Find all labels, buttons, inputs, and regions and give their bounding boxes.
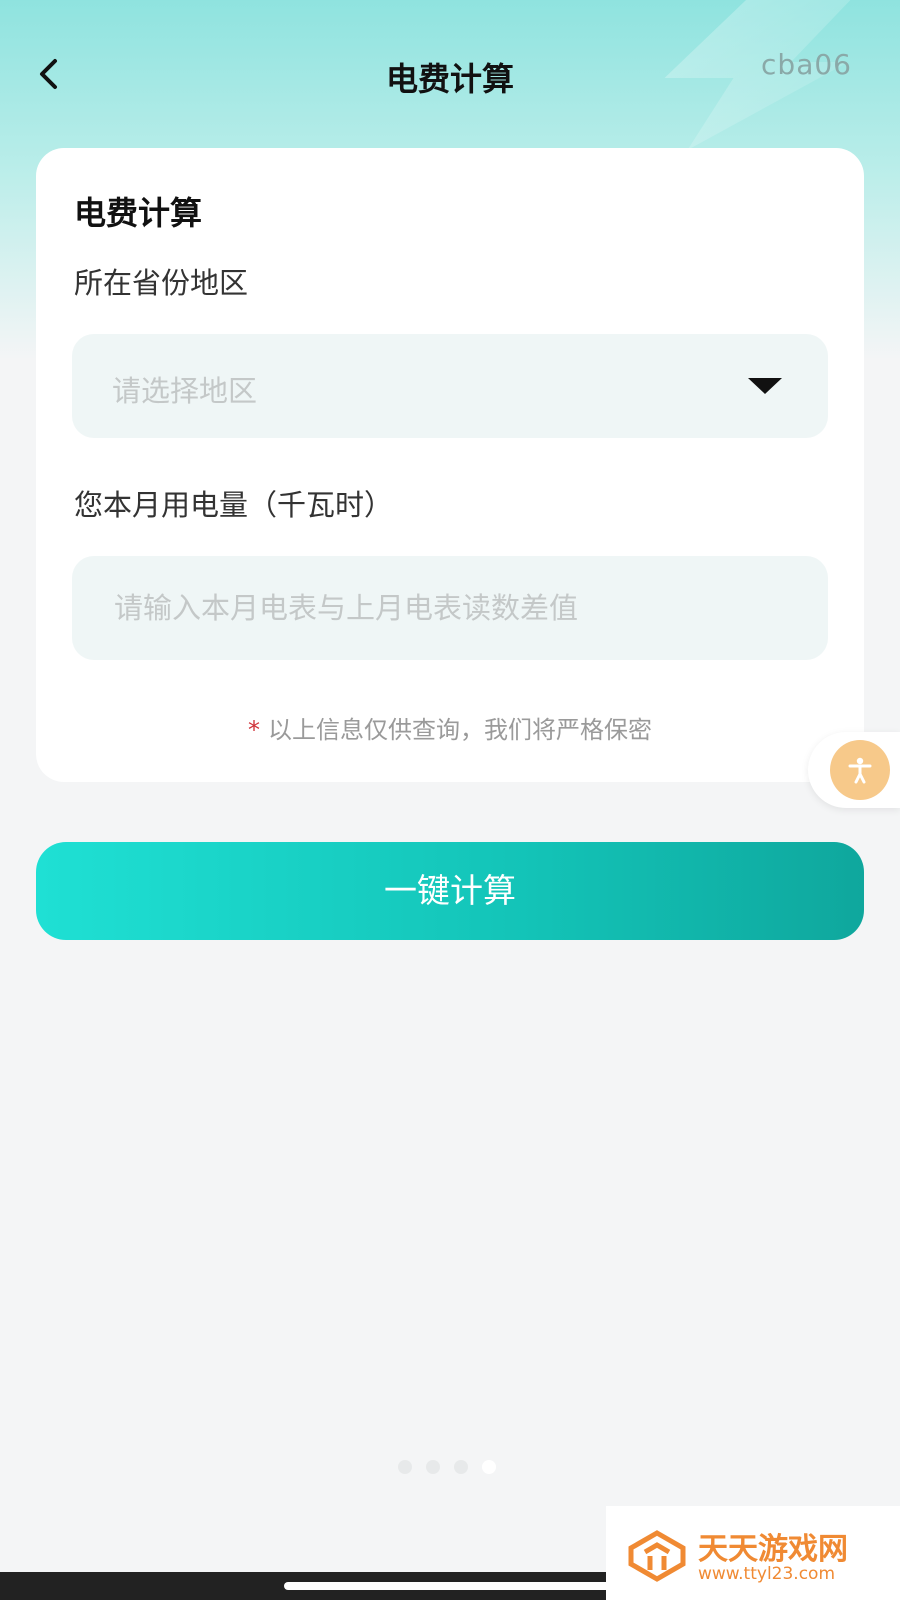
watermark-tag: cba06 [761, 48, 852, 81]
page-indicator [398, 1460, 496, 1474]
page-dot [454, 1460, 468, 1474]
site-url: www.ttyl23.com [698, 1564, 836, 1584]
page-dot [426, 1460, 440, 1474]
calculator-card: 电费计算 所在省份地区 请选择地区 您本月用电量（千瓦时） * 以上信息仅供查询，… [36, 148, 864, 782]
region-label: 所在省份地区 [74, 266, 249, 300]
usage-field-container [72, 556, 828, 660]
privacy-note-text: 以上信息仅供查询，我们将严格保密 [268, 716, 652, 744]
usage-label: 您本月用电量（千瓦时） [74, 488, 394, 522]
caret-down-icon [748, 378, 782, 394]
page-dot-active [482, 1460, 496, 1474]
site-logo-icon [628, 1530, 686, 1582]
home-indicator[interactable] [284, 1582, 614, 1590]
calculate-button[interactable]: 一键计算 [36, 842, 864, 940]
accessibility-button[interactable] [830, 740, 890, 800]
floating-accessibility-tab [808, 732, 900, 808]
region-select[interactable]: 请选择地区 [72, 334, 828, 438]
accessibility-icon [848, 757, 872, 784]
nav-bar: 电费计算 cba06 [0, 40, 900, 110]
page-dot [398, 1460, 412, 1474]
region-placeholder: 请选择地区 [112, 374, 258, 408]
privacy-note: * 以上信息仅供查询，我们将严格保密 [36, 710, 864, 745]
required-star: * [248, 716, 260, 744]
usage-input[interactable] [112, 582, 796, 634]
site-watermark: 天天游戏网 www.ttyl23.com [606, 1506, 900, 1600]
card-title: 电费计算 [74, 194, 203, 232]
site-name: 天天游戏网 [698, 1532, 848, 1567]
